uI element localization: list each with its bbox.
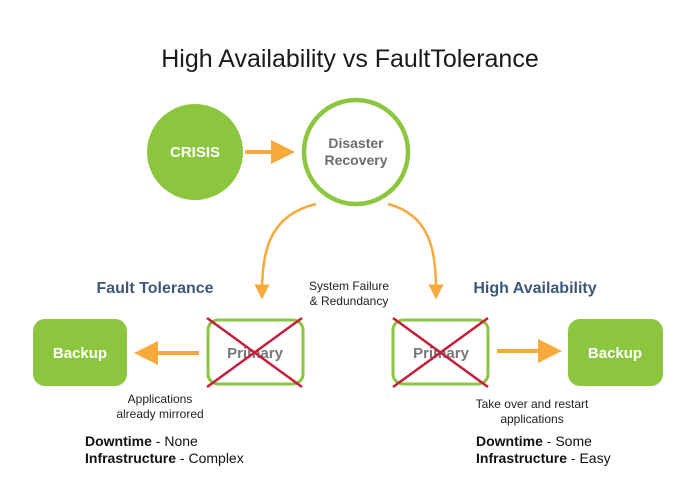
arrow-to-high-availability — [387, 202, 444, 300]
diagram-title: High Availability vs FaultTolerance — [161, 45, 539, 73]
ha-note-1: Take over and restart — [476, 397, 589, 411]
ha-downtime: Downtime - Some — [476, 433, 592, 449]
crisis-label: CRISIS — [170, 144, 220, 161]
arrow-to-fault-tolerance — [254, 202, 317, 300]
center-label-1: System Failure — [309, 279, 389, 293]
ft-infrastructure: Infrastructure - Complex — [85, 450, 244, 466]
ft-downtime: Downtime - None — [85, 433, 198, 449]
high-availability-heading: High Availability — [473, 280, 596, 297]
disaster-recovery-label-1: Disaster — [328, 135, 384, 151]
fault-tolerance-heading: Fault Tolerance — [96, 280, 213, 297]
ha-infrastructure: Infrastructure - Easy — [476, 450, 611, 466]
ha-note-2: applications — [500, 412, 563, 426]
center-label-2: & Redundancy — [310, 294, 389, 308]
diagram: High Availability vs FaultTolerance CRIS… — [33, 45, 663, 466]
ft-note-1: Applications — [128, 392, 193, 406]
disaster-recovery-label-2: Recovery — [324, 152, 387, 168]
ft-note-2: already mirrored — [116, 407, 203, 421]
ft-backup-label: Backup — [53, 345, 107, 362]
ha-backup-label: Backup — [588, 345, 642, 362]
